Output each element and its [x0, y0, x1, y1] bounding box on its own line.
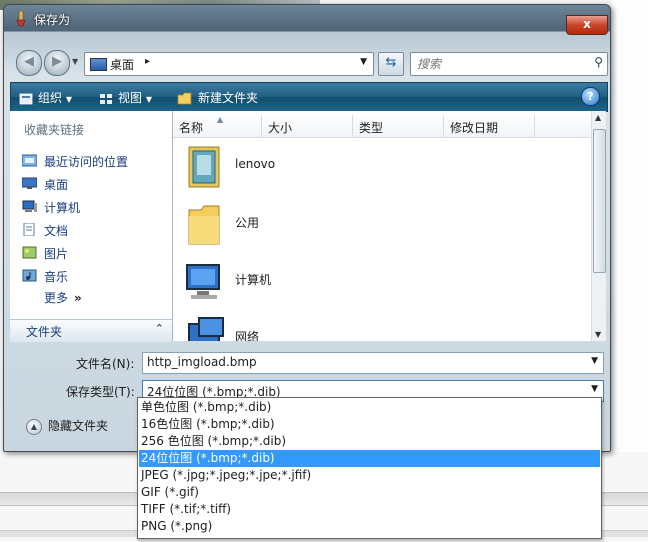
- title-bar[interactable]: 保存为 x: [4, 5, 610, 35]
- toolbar: 组织 ▼ 视图 ▼ 新建文件夹 ?: [10, 82, 608, 112]
- column-label: 大小: [268, 121, 293, 135]
- list-item[interactable]: 网络: [179, 310, 479, 341]
- filetype-dropdown-list: 单色位图 (*.bmp;*.dib) 16色位图 (*.bmp;*.dib) 256…: [137, 397, 602, 539]
- new-folder-button[interactable]: 新建文件夹: [177, 89, 258, 106]
- help-button[interactable]: ?: [581, 87, 600, 106]
- filetype-label: 保存类型(T):: [66, 385, 135, 399]
- hide-folders-label: 隐藏文件夹: [48, 419, 109, 433]
- network-icon: [188, 317, 224, 341]
- search-box[interactable]: ⚲: [410, 52, 608, 76]
- views-label: 视图: [118, 91, 143, 105]
- column-header-name[interactable]: 名称 ▲: [173, 115, 262, 137]
- address-bar[interactable]: 桌面 ▸ ▼: [84, 52, 374, 76]
- filename-field[interactable]: http_imgload.bmp ▼: [142, 352, 604, 374]
- file-list: 名称 ▲ 大小 类型 修改日期 lenovo 公用 计算机 网络 ▲ ▼: [173, 111, 606, 341]
- close-button[interactable]: x: [566, 15, 608, 35]
- column-label: 名称: [179, 121, 204, 135]
- user-folder-icon: [188, 146, 220, 188]
- paint-brush-icon: [16, 11, 26, 27]
- history-dropdown-icon[interactable]: ▼: [72, 57, 78, 66]
- column-header-size[interactable]: 大小: [262, 115, 353, 137]
- dropdown-option[interactable]: TIFF (*.tif;*.tiff): [139, 501, 600, 518]
- scroll-up-icon[interactable]: ▲: [595, 113, 601, 122]
- views-button[interactable]: 视图 ▼: [99, 89, 152, 106]
- documents-icon: [23, 223, 35, 236]
- search-icon[interactable]: ⚲: [594, 55, 603, 69]
- window-title: 保存为: [34, 13, 71, 27]
- list-item[interactable]: lenovo: [179, 139, 479, 195]
- recent-places-icon: [22, 154, 37, 167]
- forward-arrow-icon: ▶: [52, 54, 62, 69]
- double-chevron-icon: »: [74, 291, 82, 305]
- pictures-icon: [22, 246, 37, 259]
- column-label: 修改日期: [450, 121, 499, 135]
- refresh-button[interactable]: ⇆: [378, 52, 404, 76]
- dropdown-option[interactable]: 24位位图 (*.bmp;*.dib): [139, 450, 600, 467]
- search-input[interactable]: [415, 55, 587, 73]
- scroll-down-icon[interactable]: ▼: [595, 330, 601, 339]
- filename-value[interactable]: http_imgload.bmp: [147, 355, 257, 369]
- dropdown-option[interactable]: PNG (*.png): [139, 518, 600, 535]
- sort-ascending-icon: ▲: [217, 115, 224, 124]
- folders-toggle[interactable]: 文件夹 ⌃: [10, 319, 172, 342]
- more-link[interactable]: 更多 »: [44, 289, 82, 306]
- file-name: 公用: [235, 216, 260, 230]
- dropdown-option[interactable]: 单色位图 (*.bmp;*.dib): [139, 399, 600, 416]
- sidebar-item-label: 图片: [44, 247, 69, 261]
- dropdown-option[interactable]: GIF (*.gif): [139, 484, 600, 501]
- sidebar-item-label: 文档: [44, 224, 69, 238]
- new-folder-icon: [177, 92, 192, 105]
- favorite-links-title: 收藏夹链接: [24, 123, 85, 137]
- chevron-down-icon: ▼: [65, 95, 72, 104]
- dropdown-option[interactable]: JPEG (*.jpg;*.jpeg;*.jpe;*.jfif): [139, 467, 600, 484]
- hide-folders-button[interactable]: ▲ 隐藏文件夹: [26, 417, 108, 435]
- chevron-down-icon[interactable]: ▼: [591, 384, 598, 394]
- new-folder-label: 新建文件夹: [198, 91, 259, 105]
- views-icon: [100, 93, 112, 104]
- organize-label: 组织: [38, 91, 63, 105]
- desktop-icon: [90, 58, 107, 71]
- refresh-icon: ⇆: [385, 55, 397, 70]
- file-name: 计算机: [235, 273, 272, 287]
- address-location[interactable]: 桌面: [110, 56, 134, 73]
- scrollbar-thumb[interactable]: [593, 129, 606, 273]
- breadcrumb-separator[interactable]: ▸: [145, 56, 150, 67]
- sidebar-item-label: 桌面: [44, 178, 69, 192]
- chevron-up-icon: ▲: [26, 418, 42, 435]
- column-headers: 名称 ▲ 大小 类型 修改日期: [173, 111, 593, 138]
- dropdown-option[interactable]: 16色位图 (*.bmp;*.dib): [139, 416, 600, 433]
- music-icon: [22, 269, 37, 282]
- desktop-icon: [22, 177, 37, 189]
- list-item[interactable]: 计算机: [179, 253, 479, 309]
- sidebar-item-label: 音乐: [44, 270, 69, 284]
- computer-icon: [22, 200, 37, 212]
- column-header-date-modified[interactable]: 修改日期: [444, 115, 535, 137]
- back-button[interactable]: ◀: [16, 50, 42, 76]
- chevron-down-icon: ▼: [145, 95, 152, 104]
- folder-icon: [188, 205, 220, 245]
- back-arrow-icon: ◀: [24, 54, 34, 69]
- vertical-scrollbar[interactable]: ▲ ▼: [591, 111, 606, 341]
- save-as-dialog: 保存为 x ◀ ▶ ▼ 桌面 ▸ ▼ ⇆ ⚲ 组织 ▼ 视图 ▼ 新建文件夹 ?…: [3, 4, 611, 452]
- dropdown-option[interactable]: 256 色位图 (*.bmp;*.dib): [139, 433, 600, 450]
- organize-icon: [19, 93, 33, 104]
- chevron-down-icon[interactable]: ▼: [360, 57, 367, 67]
- column-label: 类型: [359, 121, 384, 135]
- file-name: 网络: [235, 330, 260, 341]
- file-name: lenovo: [235, 157, 276, 171]
- column-header-type[interactable]: 类型: [353, 115, 444, 137]
- sidebar-item-label: 计算机: [44, 201, 81, 215]
- folders-label: 文件夹: [26, 325, 63, 339]
- filename-label: 文件名(N):: [76, 357, 135, 371]
- forward-button[interactable]: ▶: [44, 50, 70, 76]
- sidebar-item-label: 最近访问的位置: [44, 155, 129, 169]
- organize-button[interactable]: 组织 ▼: [19, 89, 72, 106]
- more-label: 更多: [44, 291, 69, 305]
- list-item[interactable]: 公用: [179, 196, 479, 252]
- chevron-up-icon: ⌃: [154, 322, 164, 335]
- chevron-down-icon[interactable]: ▼: [591, 356, 598, 366]
- navigation-pane: 收藏夹链接 最近访问的位置 桌面 计算机 文档 图片 音乐 更多 »: [10, 111, 173, 341]
- computer-icon: [186, 264, 220, 299]
